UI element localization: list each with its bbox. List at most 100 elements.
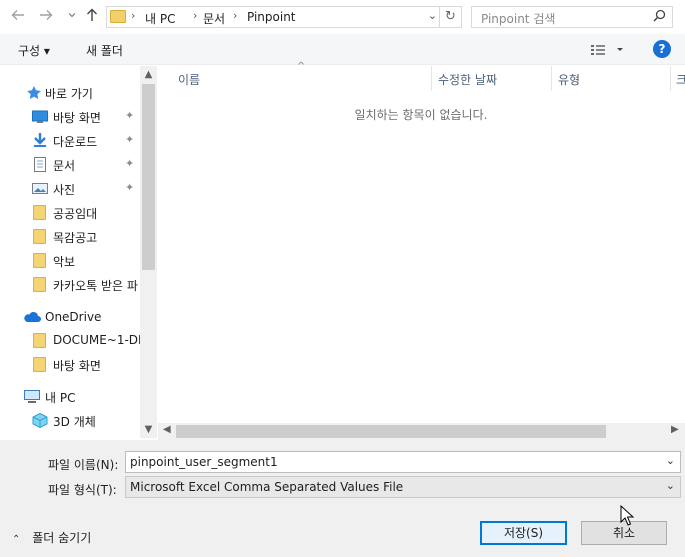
chevron-right-icon: › xyxy=(193,9,198,22)
sidebar-item-this-pc[interactable]: 내 PC xyxy=(0,385,140,409)
sidebar-item-folder[interactable]: 목감공고 xyxy=(0,225,140,249)
view-options-button[interactable] xyxy=(590,43,626,57)
folder-icon xyxy=(33,205,46,220)
sidebar-label: 공공임대 xyxy=(53,207,98,221)
filetype-label: 파일 형식(T): xyxy=(48,483,117,497)
sidebar-item-3d-objects[interactable]: 3D 개체 xyxy=(0,409,140,433)
sidebar-item-folder[interactable]: 카카오톡 받은 파 xyxy=(0,273,140,297)
folder-icon xyxy=(110,10,126,23)
save-button[interactable]: 저장(S) xyxy=(480,521,567,545)
column-header-name[interactable]: 이름 xyxy=(178,71,200,96)
filetype-select[interactable]: Microsoft Excel Comma Separated Values F… xyxy=(125,476,681,498)
folder-icon xyxy=(33,253,46,268)
breadcrumb-documents[interactable]: 문서 xyxy=(203,10,225,27)
address-dropdown-icon[interactable]: ⌄ xyxy=(428,9,437,22)
new-folder-button[interactable]: 새 폴더 xyxy=(86,42,123,59)
column-header-type[interactable]: 유형 xyxy=(558,71,580,96)
column-divider[interactable] xyxy=(551,66,552,91)
folder-icon xyxy=(33,277,46,292)
sidebar-label: 바탕 화면 xyxy=(53,359,101,373)
filename-value: pinpoint_user_segment1 xyxy=(130,455,278,469)
folder-icon xyxy=(33,333,46,348)
filename-label: 파일 이름(N): xyxy=(48,458,119,472)
sidebar-item-onedrive[interactable]: OneDrive xyxy=(0,306,140,330)
sidebar-label: DOCUME~1-DE xyxy=(53,333,146,347)
sidebar-label: 바탕 화면 xyxy=(53,111,101,125)
mouse-cursor-icon xyxy=(620,505,634,526)
sidebar-item-quick-access[interactable]: 바로 가기 xyxy=(0,81,140,105)
filetype-value: Microsoft Excel Comma Separated Values F… xyxy=(130,480,404,494)
save-options-panel: 파일 이름(N): pinpoint_user_segment1 ⌄ 파일 형식… xyxy=(0,440,685,557)
sidebar-label: 악보 xyxy=(53,255,76,269)
hide-folders-label: 폴더 숨기기 xyxy=(32,531,92,545)
column-divider[interactable] xyxy=(670,66,671,91)
command-bar: 구성 ▾ 새 폴더 ? xyxy=(0,34,685,65)
filename-input[interactable]: pinpoint_user_segment1 ⌄ xyxy=(125,451,681,473)
arrow-up-icon xyxy=(87,8,97,21)
sidebar-label: 3D 개체 xyxy=(53,415,96,429)
chevron-down-icon xyxy=(68,13,76,18)
breadcrumb-my-pc[interactable]: 내 PC xyxy=(145,10,175,27)
scroll-right-arrow-icon[interactable]: ▶ xyxy=(671,424,679,435)
column-divider[interactable] xyxy=(431,66,432,91)
scroll-left-arrow-icon[interactable]: ◀ xyxy=(163,424,171,435)
sidebar-item-folder[interactable]: DOCUME~1-DE xyxy=(0,329,146,353)
recent-locations-button[interactable] xyxy=(64,8,80,26)
sidebar-item-pictures[interactable]: 사진 ✦ xyxy=(0,177,140,201)
pin-icon[interactable]: ✦ xyxy=(125,157,134,170)
chevron-up-icon: ⌃ xyxy=(12,534,21,545)
up-button[interactable] xyxy=(84,8,100,26)
column-header-date-modified[interactable]: 수정한 날짜 xyxy=(438,71,497,96)
scrollbar-thumb[interactable] xyxy=(142,84,155,270)
arrow-left-icon xyxy=(11,10,24,20)
sort-ascending-icon: ^ xyxy=(297,61,306,72)
navigation-pane: 바로 가기 바탕 화면 ✦ 다운로드 ✦ 문서 ✦ 사진 ✦ 공공임대 목감공고… xyxy=(0,66,157,438)
sidebar-label: OneDrive xyxy=(45,310,102,324)
sidebar-item-folder[interactable]: 바탕 화면 xyxy=(0,353,140,377)
refresh-icon: ↻ xyxy=(445,9,456,24)
computer-icon xyxy=(24,390,40,403)
navigation-scrollbar[interactable]: ▲ ▼ xyxy=(140,66,157,438)
chevron-down-icon: ⌄ xyxy=(665,479,675,492)
arrow-right-icon xyxy=(40,10,53,20)
scrollbar-thumb[interactable] xyxy=(176,425,606,438)
pin-icon[interactable]: ✦ xyxy=(125,109,134,122)
sidebar-item-folder[interactable]: 악보 xyxy=(0,249,140,273)
scroll-down-arrow-icon[interactable]: ▼ xyxy=(140,424,157,435)
cube-3d-icon xyxy=(32,413,48,428)
sidebar-label: 다운로드 xyxy=(53,135,98,149)
column-header-size[interactable]: 크 xyxy=(676,71,685,96)
sidebar-label: 내 PC xyxy=(45,391,76,405)
pictures-icon xyxy=(32,183,48,194)
sidebar-item-folder[interactable]: 공공임대 xyxy=(0,201,140,225)
view-list-icon xyxy=(591,45,623,55)
sidebar-label: 바로 가기 xyxy=(45,87,93,101)
forward-button[interactable] xyxy=(38,8,54,26)
empty-folder-message: 일치하는 항목이 없습니다. xyxy=(354,108,488,122)
sidebar-item-desktop[interactable]: 바탕 화면 ✦ xyxy=(0,105,140,129)
address-bar[interactable]: › 내 PC › 문서 › Pinpoint ⌄ ↻ xyxy=(106,6,462,28)
star-icon xyxy=(27,86,41,99)
back-button[interactable] xyxy=(10,8,26,26)
download-icon xyxy=(34,133,46,147)
chevron-down-icon[interactable]: ⌄ xyxy=(666,454,675,467)
desktop-icon xyxy=(32,110,48,123)
folder-icon xyxy=(33,357,46,372)
sidebar-label: 사진 xyxy=(53,183,76,197)
hide-folders-toggle[interactable]: ⌃ 폴더 숨기기 xyxy=(12,529,91,546)
folder-icon xyxy=(33,229,46,244)
file-list-horizontal-scrollbar[interactable]: ◀ ▶ xyxy=(158,423,685,440)
sidebar-item-downloads[interactable]: 다운로드 ✦ xyxy=(0,129,140,153)
sidebar-item-documents[interactable]: 문서 ✦ xyxy=(0,153,140,177)
organize-button[interactable]: 구성 ▾ xyxy=(18,42,50,59)
help-button[interactable]: ? xyxy=(653,40,671,58)
scroll-up-arrow-icon[interactable]: ▲ xyxy=(140,69,157,80)
refresh-button[interactable]: ↻ xyxy=(439,7,461,27)
pin-icon[interactable]: ✦ xyxy=(125,181,134,194)
search-box[interactable]: Pinpoint 검색 xyxy=(471,6,673,28)
sidebar-label: 문서 xyxy=(53,159,76,173)
document-icon xyxy=(34,157,46,172)
pin-icon[interactable]: ✦ xyxy=(125,133,134,146)
chevron-right-icon: › xyxy=(131,9,136,22)
breadcrumb-pinpoint[interactable]: Pinpoint xyxy=(247,10,296,24)
